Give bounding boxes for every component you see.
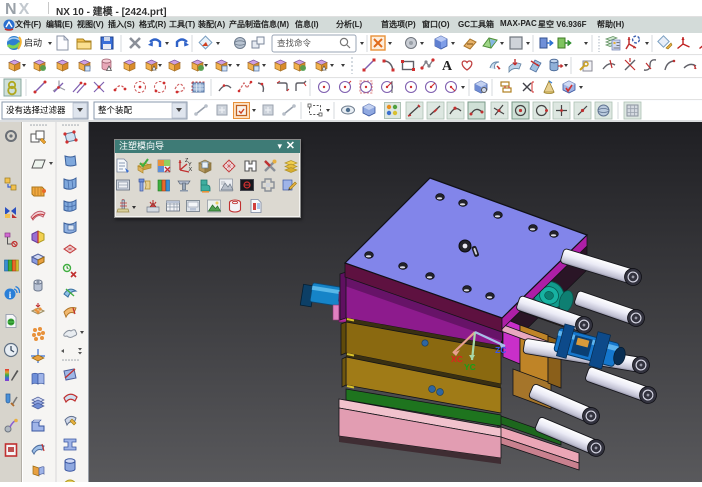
svg-text:整个装配: 整个装配 (98, 105, 133, 115)
svg-text:启动: 启动 (24, 37, 42, 48)
svg-text:X: X (189, 167, 193, 173)
svg-text:YC: YC (464, 362, 476, 372)
svg-text:没有选择过滤器: 没有选择过滤器 (6, 105, 66, 115)
svg-text:查找命令: 查找命令 (277, 38, 312, 48)
svg-text:XC: XC (451, 354, 463, 364)
svg-text:ZC: ZC (495, 345, 506, 355)
svg-text:A: A (442, 59, 453, 74)
